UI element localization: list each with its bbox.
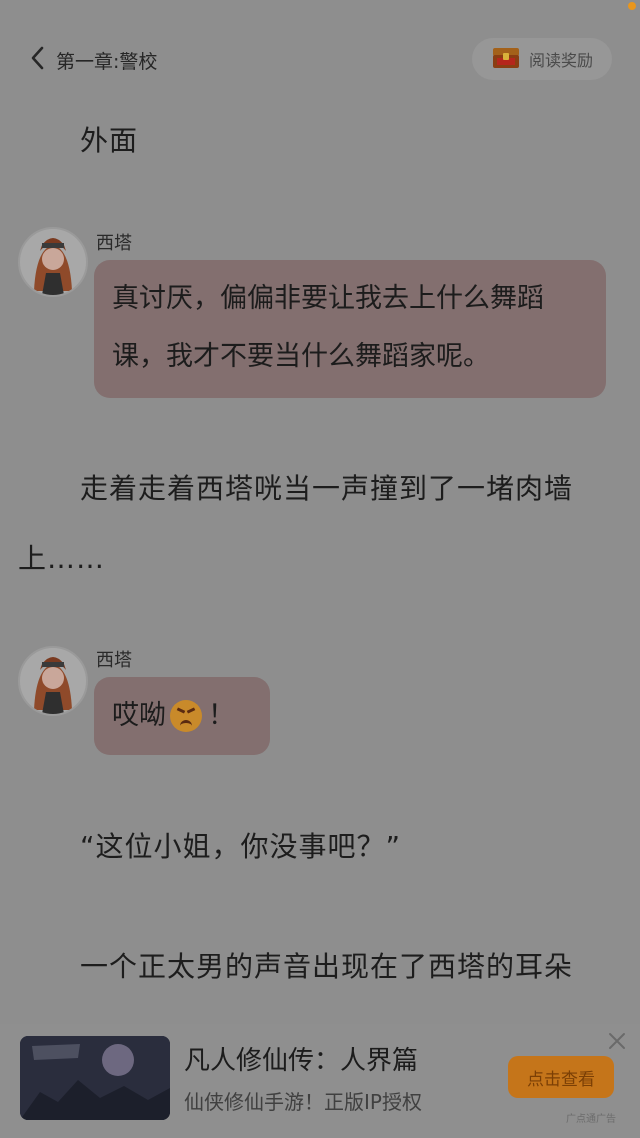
chevron-left-icon bbox=[28, 45, 48, 75]
story-paragraph: 走着走着西塔咣当一声撞到了一堵肉墙上…… bbox=[18, 472, 574, 575]
ad-description[interactable]: 仙侠修仙手游！正版IP授权 bbox=[184, 1086, 474, 1115]
character-avatar-icon bbox=[20, 648, 86, 714]
chapter-title: 第一章:警校 bbox=[56, 50, 158, 73]
reader-header: 第一章:警校 阅读奖励 bbox=[0, 0, 640, 120]
reading-reward-button[interactable]: 阅读奖励 bbox=[472, 38, 612, 80]
back-button[interactable]: 第一章:警校 bbox=[28, 40, 157, 80]
ad-image[interactable] bbox=[20, 1036, 170, 1120]
ad-title[interactable]: 凡人修仙传：人界篇 bbox=[184, 1040, 418, 1077]
avatar[interactable] bbox=[18, 646, 88, 716]
reading-reward-label: 阅读奖励 bbox=[528, 51, 593, 70]
story-paragraph: 一个正太男的声音出现在了西塔的耳朵 bbox=[80, 950, 574, 983]
speaker-name: 西塔 bbox=[96, 650, 132, 671]
story-paragraph: “这位小姐，你没事吧？” bbox=[80, 830, 402, 863]
bubble-text: 哎呦 bbox=[112, 700, 166, 731]
treasure-chest-icon bbox=[491, 44, 529, 74]
view-ad-button[interactable]: 点击查看 bbox=[508, 1056, 614, 1098]
chat-bubble: 哎呦 ！ bbox=[94, 677, 270, 755]
ad-banner: 凡人修仙传：人界篇 仙侠修仙手游！正版IP授权 点击查看 广点通广告 bbox=[0, 1024, 640, 1138]
bubble-text: ！ bbox=[208, 700, 235, 731]
close-icon[interactable] bbox=[606, 1030, 628, 1052]
chat-bubble: 真讨厌，偏偏非要让我去上什么舞蹈课，我才不要当什么舞蹈家呢。 bbox=[94, 260, 606, 398]
persevering-face-icon bbox=[170, 700, 202, 732]
ad-source-label: 广点通广告 bbox=[566, 1114, 616, 1125]
avatar[interactable] bbox=[18, 227, 88, 297]
character-avatar-icon bbox=[20, 229, 86, 295]
speaker-name: 西塔 bbox=[96, 233, 132, 254]
story-paragraph: 外面 bbox=[80, 124, 139, 157]
